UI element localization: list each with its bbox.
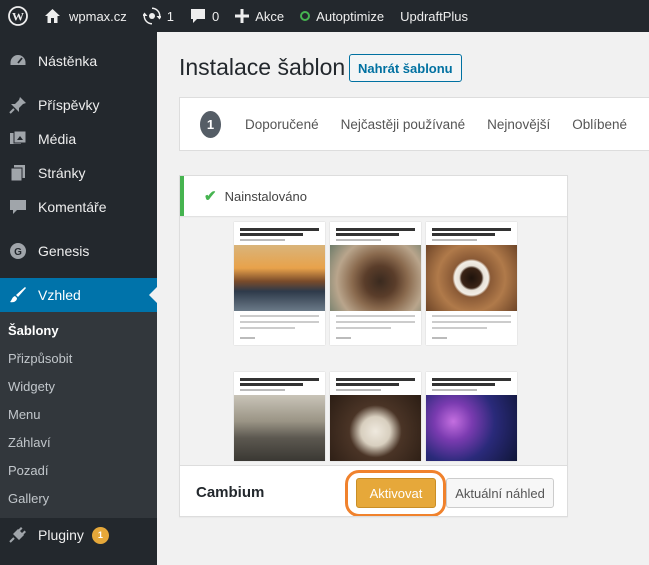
submenu-menus[interactable]: Menu bbox=[0, 400, 157, 428]
preview-post-thumb bbox=[330, 222, 421, 345]
menu-dashboard-label: Nástěnka bbox=[38, 53, 98, 69]
submenu-widgets[interactable]: Widgety bbox=[0, 372, 157, 400]
coffee-cup-image bbox=[426, 245, 517, 311]
wordpress-logo-icon[interactable]: W bbox=[0, 0, 36, 32]
menu-pages-label: Stránky bbox=[38, 165, 86, 181]
autoptimize-link[interactable]: Autoptimize bbox=[292, 0, 392, 32]
submenu-background[interactable]: Pozadí bbox=[0, 456, 157, 484]
submenu-customize[interactable]: Přizpůsobit bbox=[0, 344, 157, 372]
menu-pages[interactable]: Stránky bbox=[0, 156, 157, 190]
menu-plugins[interactable]: Pluginy 1 bbox=[0, 518, 157, 552]
menu-media[interactable]: Média bbox=[0, 122, 157, 156]
menu-appearance-label: Vzhled bbox=[38, 287, 81, 303]
city-skyline-image bbox=[234, 395, 325, 461]
comments-count: 0 bbox=[212, 8, 220, 24]
installed-notice-text: Nainstalováno bbox=[224, 188, 307, 204]
submenu-header[interactable]: Záhlaví bbox=[0, 428, 157, 456]
submenu-themes[interactable]: Šablony bbox=[0, 316, 157, 344]
autoptimize-label: Autoptimize bbox=[316, 8, 385, 24]
coffee-beans-hands-image bbox=[330, 245, 421, 311]
supertree-grove-image bbox=[426, 395, 517, 461]
theme-card-footer: Cambium Aktivovat Aktuální náhled bbox=[180, 465, 567, 516]
theme-screenshot[interactable] bbox=[180, 216, 567, 465]
preview-post-thumb bbox=[426, 372, 517, 461]
plugins-update-badge: 1 bbox=[91, 526, 109, 544]
live-preview-button[interactable]: Aktuální náhled bbox=[446, 478, 554, 508]
filter-popular[interactable]: Nejčastěji používané bbox=[341, 117, 466, 132]
new-content-link[interactable]: Akce bbox=[227, 0, 292, 32]
menu-posts-label: Příspěvky bbox=[38, 97, 100, 113]
pages-icon bbox=[8, 163, 28, 183]
dashboard-gauge-icon bbox=[8, 51, 28, 71]
theme-count-badge: 1 bbox=[200, 110, 222, 138]
plus-icon bbox=[235, 9, 250, 23]
pushpin-icon bbox=[8, 95, 28, 115]
admin-sidebar: Nástěnka Příspěvky Média Stránky Komentá… bbox=[0, 32, 157, 565]
installed-notice: ✔ Nainstalováno bbox=[180, 176, 567, 216]
preview-post-thumb bbox=[234, 372, 325, 461]
sunset-pier-image bbox=[234, 245, 325, 311]
menu-media-label: Média bbox=[38, 131, 77, 147]
updates-count: 1 bbox=[166, 8, 175, 24]
menu-comments-label: Komentáře bbox=[38, 199, 107, 215]
paintbrush-icon bbox=[8, 285, 28, 305]
upload-theme-button[interactable]: Nahrát šablonu bbox=[349, 54, 462, 82]
genesis-logo-icon: G bbox=[8, 241, 28, 261]
theme-name: Cambium bbox=[196, 483, 265, 501]
preview-post-thumb bbox=[426, 222, 517, 345]
theme-card[interactable]: ✔ Nainstalováno Cambium Aktivovat Aktuál… bbox=[179, 175, 568, 517]
filter-featured[interactable]: Doporučené bbox=[245, 117, 319, 132]
menu-genesis-label: Genesis bbox=[38, 243, 90, 259]
activate-theme-button[interactable]: Aktivovat bbox=[356, 478, 436, 508]
admin-bar: W wpmax.cz 1 0 Akce Autoptimize UpdraftP… bbox=[0, 0, 649, 32]
home-icon bbox=[45, 9, 60, 23]
comment-bubble-icon bbox=[8, 197, 28, 217]
page-title: Instalace šablon bbox=[179, 54, 346, 80]
updraftplus-label: UpdraftPlus bbox=[400, 8, 469, 24]
site-name: wpmax.cz bbox=[69, 8, 127, 24]
filter-latest[interactable]: Nejnovější bbox=[487, 117, 550, 132]
new-content-label: Akce bbox=[255, 8, 285, 24]
menu-posts[interactable]: Příspěvky bbox=[0, 88, 157, 122]
site-name-link[interactable]: wpmax.cz bbox=[36, 0, 135, 32]
menu-dashboard[interactable]: Nástěnka bbox=[0, 44, 157, 78]
submenu-gallery[interactable]: Gallery bbox=[0, 484, 157, 512]
menu-appearance[interactable]: Vzhled bbox=[0, 278, 157, 312]
updates-link[interactable]: 1 bbox=[135, 0, 182, 32]
main-content: Instalace šablon Nahrát šablonu 1 Doporu… bbox=[157, 32, 649, 565]
preview-post-thumb bbox=[330, 372, 421, 461]
menu-comments[interactable]: Komentáře bbox=[0, 190, 157, 224]
svg-text:G: G bbox=[14, 247, 22, 258]
gift-box-image bbox=[330, 395, 421, 461]
svg-text:W: W bbox=[12, 10, 24, 24]
updates-icon bbox=[142, 7, 161, 25]
filter-favorites[interactable]: Oblíbené bbox=[572, 117, 627, 132]
theme-filter-bar: 1 Doporučené Nejčastěji používané Nejnov… bbox=[179, 97, 649, 151]
status-circle-icon bbox=[300, 11, 311, 21]
checkmark-icon: ✔ bbox=[204, 188, 217, 205]
comment-bubble-icon bbox=[191, 9, 206, 23]
plugin-plug-icon bbox=[8, 525, 28, 545]
updraftplus-link[interactable]: UpdraftPlus bbox=[392, 0, 476, 32]
appearance-submenu: Šablony Přizpůsobit Widgety Menu Záhlaví… bbox=[0, 312, 157, 518]
menu-plugins-label: Pluginy bbox=[38, 527, 84, 543]
media-icon bbox=[8, 129, 28, 149]
menu-genesis[interactable]: G Genesis bbox=[0, 234, 157, 268]
preview-post-thumb bbox=[234, 222, 325, 345]
comments-link[interactable]: 0 bbox=[182, 0, 227, 32]
